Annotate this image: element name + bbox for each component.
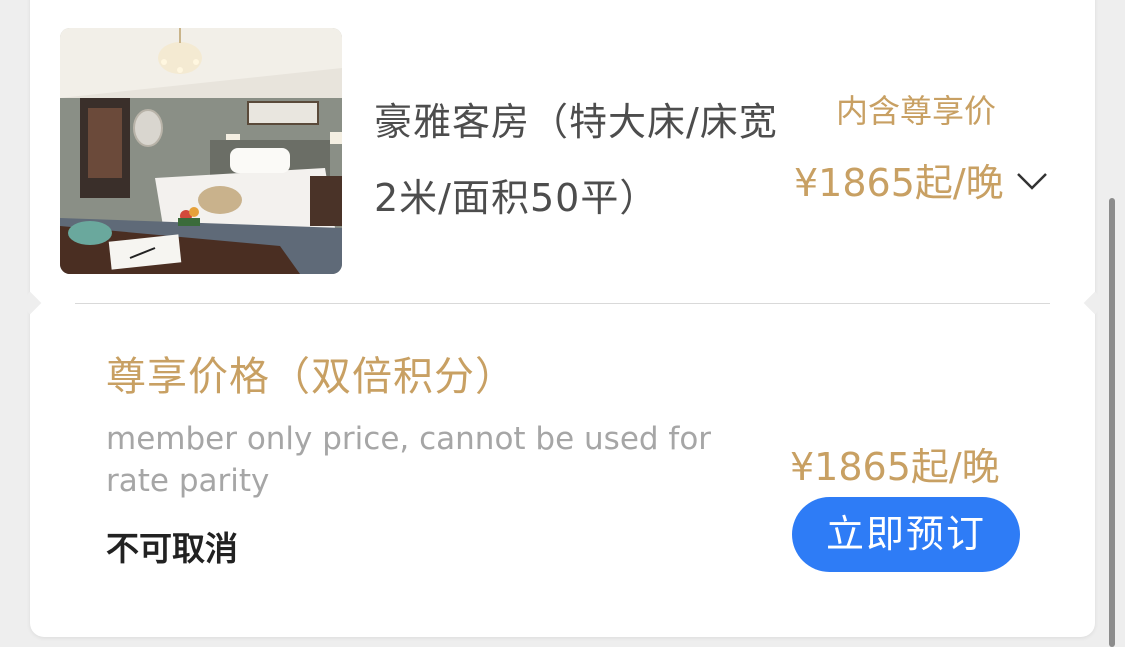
cancel-policy: 不可取消 (106, 529, 238, 568)
room-price: ¥1865起/晚 (794, 161, 1004, 205)
chevron-down-icon[interactable] (1014, 166, 1050, 196)
room-title: 豪雅客房（特大床/床宽2米/面积50平） (374, 100, 778, 220)
rate-name: 尊享价格（双倍积分） (106, 354, 516, 400)
divider (75, 303, 1050, 304)
rate-price: ¥1865起/晚 (790, 445, 1000, 489)
member-price-label: 内含尊享价 (836, 92, 997, 130)
rate-description: member only price, cannot be used for ra… (106, 421, 712, 499)
room-photo[interactable] (60, 28, 342, 274)
scrollbar[interactable] (1109, 198, 1115, 647)
book-now-button[interactable]: 立即预订 (792, 497, 1020, 572)
